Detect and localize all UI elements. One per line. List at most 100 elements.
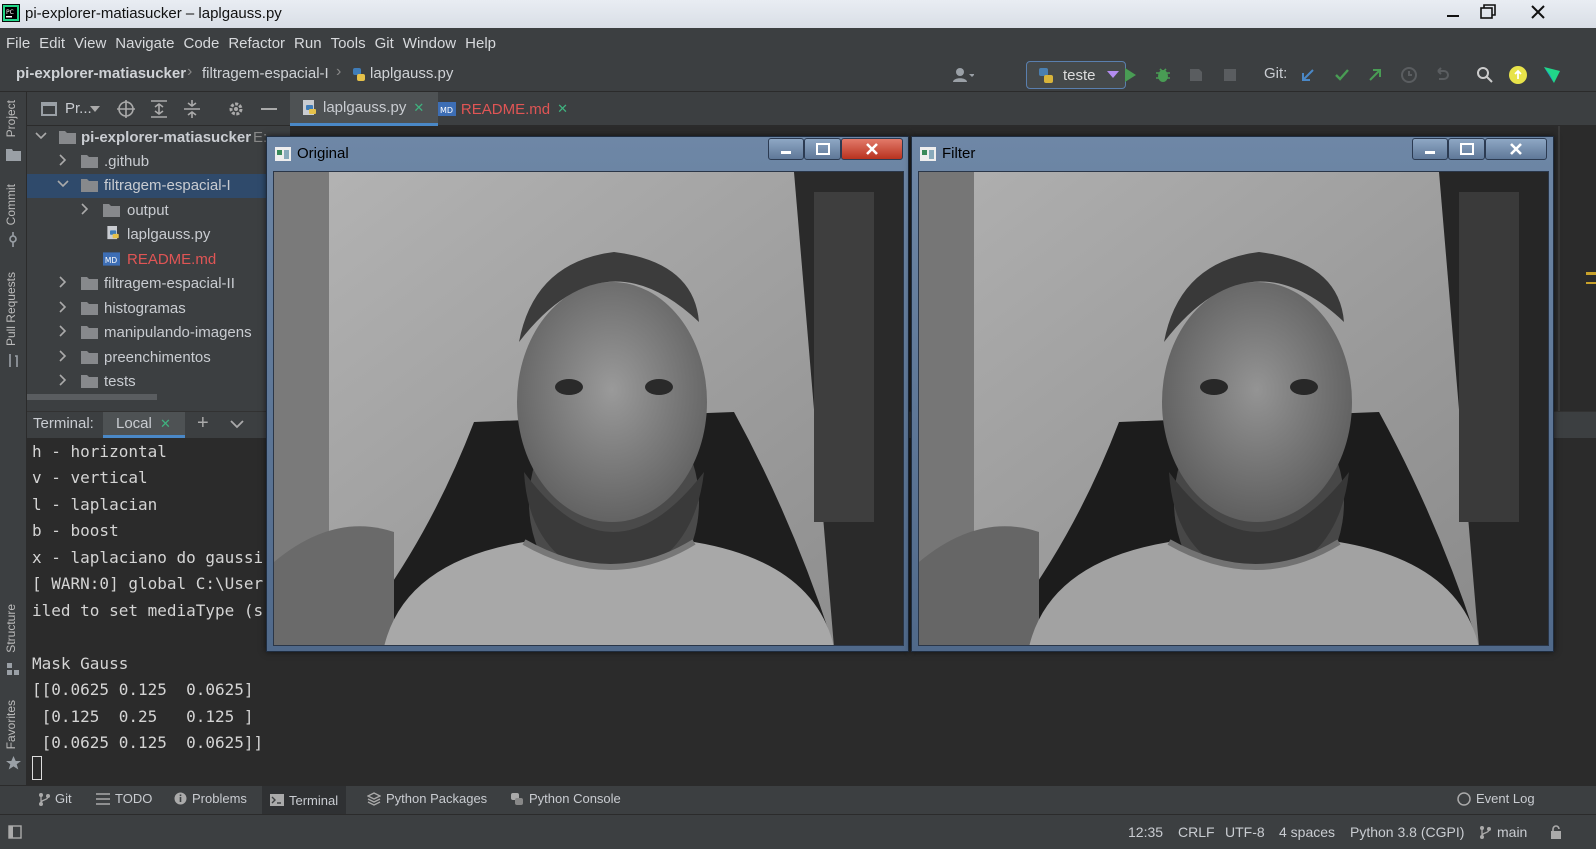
debug-bug-icon[interactable] <box>1152 64 1174 86</box>
lock-icon[interactable] <box>1550 825 1562 839</box>
speech-bubble-icon <box>1457 791 1471 806</box>
hide-panel-icon[interactable] <box>261 108 277 111</box>
run-configuration-select[interactable]: teste <box>1026 61 1126 89</box>
collapse-all-icon[interactable] <box>184 100 200 118</box>
git-commit-check-icon[interactable] <box>1331 64 1353 86</box>
menu-run[interactable]: Run <box>294 35 322 52</box>
menu-help[interactable]: Help <box>465 35 496 52</box>
git-tool-button[interactable]: Git <box>38 791 72 806</box>
menu-file[interactable]: File <box>6 35 30 52</box>
update-ide-icon[interactable] <box>1507 64 1529 86</box>
project-view-select[interactable]: Pr... <box>65 100 92 117</box>
menu-window[interactable]: Window <box>403 35 456 52</box>
tree-item-tests[interactable]: tests <box>27 370 290 394</box>
tree-item-filtragem-espacial-ii[interactable]: filtragem-espacial-II <box>27 272 290 296</box>
file-encoding[interactable]: UTF-8 <box>1225 824 1265 840</box>
status-bar: 12:35 CRLF UTF-8 4 spaces Python 3.8 (CG… <box>0 814 1596 849</box>
tree-horizontal-scrollbar[interactable] <box>27 394 157 400</box>
run-icon[interactable] <box>1119 64 1141 86</box>
minimize-window-button[interactable] <box>1412 138 1448 160</box>
gear-icon[interactable] <box>227 100 245 118</box>
line-separator[interactable]: CRLF <box>1178 824 1215 840</box>
terminal-line: [0.0625 0.125 0.0625]] <box>32 733 264 752</box>
tree-item-laplgauss-py[interactable]: laplgauss.py <box>27 223 290 247</box>
menu-navigate[interactable]: Navigate <box>115 35 174 52</box>
python-config-icon <box>1037 67 1055 85</box>
breadcrumb-folder[interactable]: filtragem-espacial-I <box>202 65 329 82</box>
stop-icon[interactable] <box>1219 64 1241 86</box>
close-tab-icon[interactable]: ✕ <box>160 416 171 432</box>
tree-item-histogramas[interactable]: histogramas <box>27 297 290 321</box>
tree-item-readme[interactable]: MD README.md <box>27 248 290 272</box>
chevron-down-icon <box>35 132 47 140</box>
menu-edit[interactable]: Edit <box>39 35 65 52</box>
user-profile-icon[interactable] <box>952 64 974 86</box>
favorites-tool-tab[interactable]: Favorites <box>4 700 18 749</box>
indent-setting[interactable]: 4 spaces <box>1279 824 1335 840</box>
navigation-bar: pi-explorer-matiasucker › filtragem-espa… <box>0 58 1596 92</box>
close-tab-icon[interactable]: ✕ <box>413 100 424 116</box>
folder-icon <box>81 277 98 290</box>
git-branch[interactable]: main <box>1497 824 1527 840</box>
menu-refactor[interactable]: Refactor <box>228 35 285 52</box>
tree-item-root[interactable]: pi-explorer-matiasucker E: <box>27 126 290 150</box>
close-window-button[interactable] <box>841 138 903 160</box>
structure-tool-tab[interactable]: Structure <box>4 604 18 653</box>
toggle-tool-windows-icon[interactable] <box>8 825 22 839</box>
commit-tool-tab[interactable]: Commit <box>4 184 18 225</box>
chevron-down-icon[interactable] <box>230 420 244 429</box>
git-push-arrow-icon[interactable] <box>1364 64 1386 86</box>
caret-position[interactable]: 12:35 <box>1128 824 1163 840</box>
chevron-right-icon <box>59 325 67 337</box>
breadcrumb-project[interactable]: pi-explorer-matiasucker <box>16 65 186 82</box>
close-window-button[interactable] <box>1485 138 1547 160</box>
cv-window-filter[interactable]: Filter <box>911 136 1554 652</box>
python-packages-tool-button[interactable]: Python Packages <box>367 791 487 806</box>
tree-item-manipulando-imagens[interactable]: manipulando-imagens <box>27 321 290 345</box>
menu-git[interactable]: Git <box>375 35 394 52</box>
tab-readme-md[interactable]: MD README.md ✕ <box>438 92 568 126</box>
jetbrains-logo-icon[interactable] <box>1541 64 1563 86</box>
history-clock-icon[interactable] <box>1398 64 1420 86</box>
expand-all-icon[interactable] <box>151 100 167 118</box>
search-icon[interactable] <box>1474 64 1496 86</box>
locate-target-icon[interactable] <box>117 100 135 118</box>
close-window-button[interactable] <box>1518 0 1558 24</box>
menu-tools[interactable]: Tools <box>331 35 366 52</box>
menu-code[interactable]: Code <box>183 35 219 52</box>
project-tool-tab[interactable]: Project <box>4 100 18 137</box>
menu-view[interactable]: View <box>74 35 106 52</box>
breadcrumb-file[interactable]: laplgauss.py <box>370 65 453 82</box>
tree-item-preenchimentos[interactable]: preenchimentos <box>27 346 290 370</box>
cv-window-title: Filter <box>942 145 976 162</box>
tree-item-filtragem-espacial-i[interactable]: filtragem-espacial-I <box>27 174 290 198</box>
maximize-window-button[interactable] <box>804 138 841 160</box>
rollback-icon[interactable] <box>1431 64 1453 86</box>
terminal-label: Terminal: <box>33 415 94 432</box>
todo-tool-button[interactable]: TODO <box>96 791 152 806</box>
chevron-down-icon[interactable] <box>90 106 100 113</box>
problems-tool-button[interactable]: Problems <box>174 791 247 806</box>
chevron-right-icon <box>59 301 67 313</box>
cv-window-original[interactable]: Original <box>266 136 909 652</box>
terminal-tab-local[interactable]: Local ✕ <box>103 412 185 438</box>
terminal-tool-button[interactable]: Terminal <box>262 786 347 814</box>
python-interpreter[interactable]: Python 3.8 (CGPI) <box>1350 824 1464 840</box>
git-update-arrow-icon[interactable] <box>1297 64 1319 86</box>
minimize-window-button[interactable] <box>768 138 804 160</box>
python-console-tool-button[interactable]: Python Console <box>510 791 621 806</box>
pull-requests-tool-tab[interactable]: Pull Requests <box>4 272 18 346</box>
maximize-window-button[interactable] <box>1448 138 1485 160</box>
close-tab-icon[interactable]: ✕ <box>557 101 568 117</box>
maximize-window-button[interactable] <box>1468 0 1508 24</box>
tab-laplgauss-py[interactable]: laplgauss.py ✕ <box>290 92 438 126</box>
minimize-window-button[interactable] <box>1433 0 1473 24</box>
event-log-tool-button[interactable]: Event Log <box>1457 791 1535 806</box>
tree-item-github[interactable]: .github <box>27 150 290 174</box>
coverage-icon[interactable] <box>1185 64 1207 86</box>
folder-icon <box>81 302 98 315</box>
tree-item-output[interactable]: output <box>27 199 290 223</box>
project-panel-header: Pr... <box>27 92 290 126</box>
new-terminal-plus-icon[interactable]: + <box>197 412 209 435</box>
project-tree: pi-explorer-matiasucker E: .github filtr… <box>27 126 290 411</box>
